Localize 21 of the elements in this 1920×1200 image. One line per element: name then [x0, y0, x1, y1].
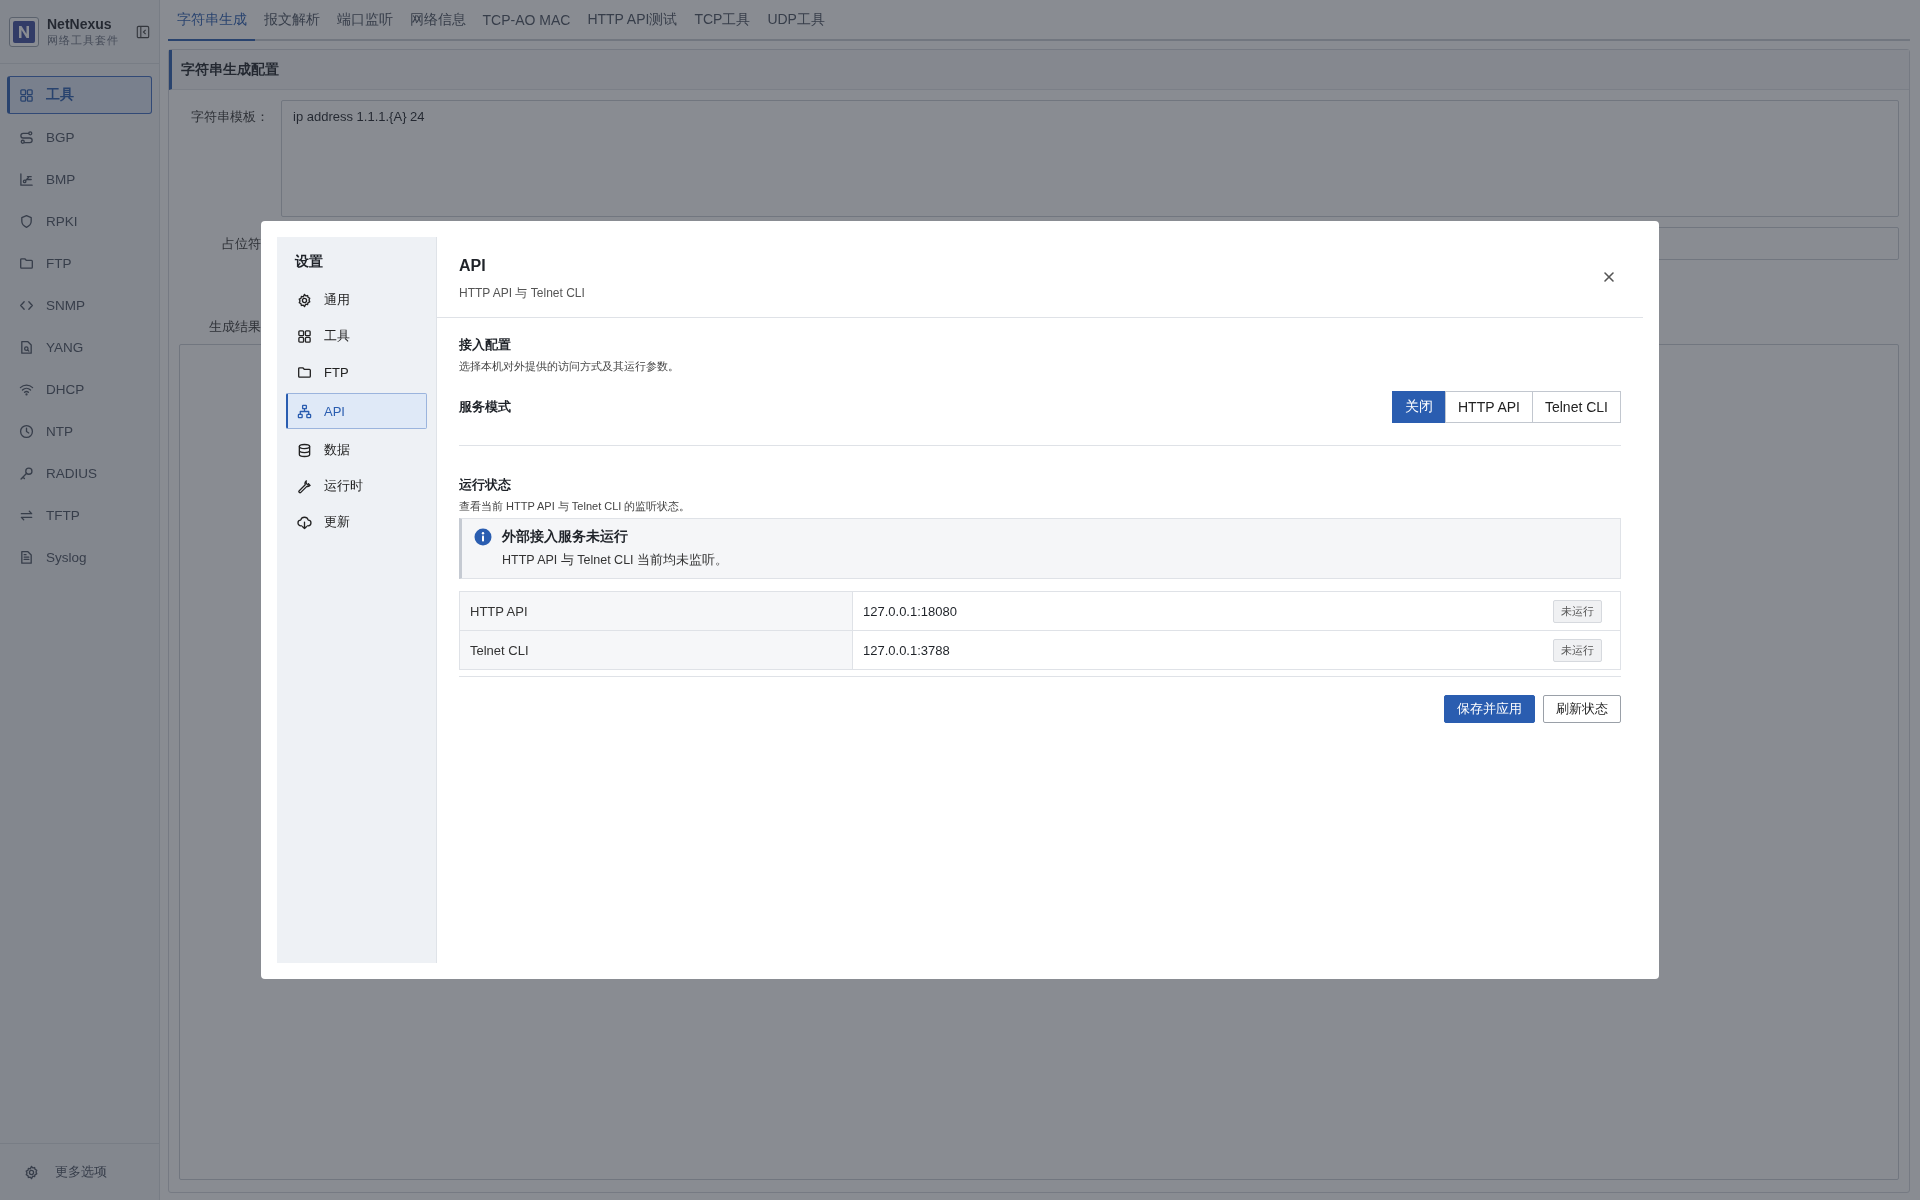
address-cell-text: 127.0.0.1:3788	[862, 642, 951, 658]
section-description: 选择本机对外提供的访问方式及其运行参数。	[459, 359, 680, 374]
service-name-cell: Telnet CLI	[460, 631, 853, 669]
field-label: 占位符	[222, 236, 261, 251]
field-label: 服务模式	[459, 398, 511, 416]
dialog-title: API	[459, 257, 487, 275]
address-cell-text: 127.0.0.1:18080	[862, 603, 958, 619]
section-title: 运行状态	[459, 476, 512, 494]
status-badge: 未运行	[1553, 599, 1602, 623]
status-badge: 未运行	[1553, 638, 1602, 662]
app-name: NetNexus	[47, 15, 113, 32]
nav-title: 设置	[293, 253, 324, 271]
alert-text: HTTP API 与 Telnet CLI 当前均未监听。	[502, 552, 729, 569]
field-label: 字符串模板：	[190, 108, 269, 126]
section-title: 接入配置	[459, 336, 512, 354]
field-label: 生成结果	[209, 318, 261, 336]
service-name-cell: HTTP API	[460, 592, 853, 630]
dialog-subtitle: HTTP API 与 Telnet CLI	[459, 285, 585, 302]
panel-title: 字符串生成配置	[169, 50, 1909, 90]
alert-title: 外部接入服务未运行	[502, 528, 629, 546]
section-description: 查看当前 HTTP API 与 Telnet CLI 的监听状态。	[459, 499, 692, 514]
